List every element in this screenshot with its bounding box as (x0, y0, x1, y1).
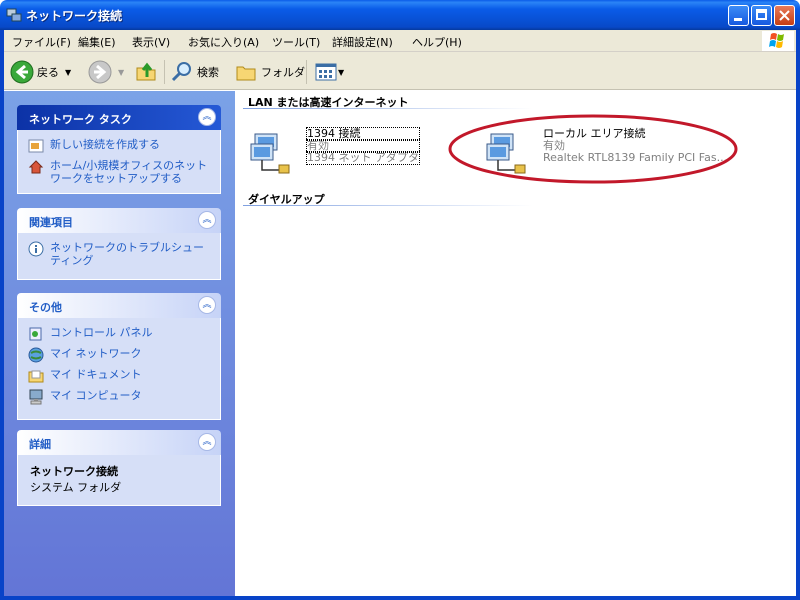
my-network-icon (28, 347, 44, 363)
my-network-link[interactable]: マイ ネットワーク (28, 347, 210, 363)
collapse-icon[interactable]: ︽ (198, 296, 216, 314)
setup-home-network-link[interactable]: ホーム/小規模オフィスのネットワークをセットアップする (28, 159, 210, 185)
control-panel-link[interactable]: コントロール パネル (28, 326, 210, 342)
search-label: 検索 (197, 66, 219, 79)
my-computer-link[interactable]: マイ コンピュータ (28, 389, 210, 405)
back-dropdown-icon[interactable]: ▼ (65, 68, 71, 77)
network-tasks-body: 新しい接続を作成する ホーム/小規模オフィスのネットワークをセットアップする (17, 130, 221, 194)
toolbar-separator (306, 60, 307, 84)
menu-favorites[interactable]: お気に入り(A) (188, 34, 259, 50)
group-divider (243, 205, 533, 206)
details-panel: 詳細 ︽ ネットワーク接続 システム フォルダ (17, 430, 221, 506)
troubleshoot-label: ネットワークのトラブルシューティング (50, 241, 204, 267)
menu-file[interactable]: ファイル(F) (12, 34, 71, 50)
file-list-area[interactable]: LAN または高速インターネット 1394 接続 有効 1394 ネット アダプ… (235, 91, 796, 596)
setup-home-network-label: ホーム/小規模オフィスのネットワークをセットアップする (50, 159, 208, 185)
window-frame-right (796, 30, 800, 600)
create-connection-label: 新しい接続を作成する (50, 138, 160, 151)
my-computer-icon (29, 389, 43, 405)
related-header[interactable]: 関連項目 ︽ (17, 208, 221, 233)
forward-dropdown-icon[interactable]: ▼ (118, 68, 124, 77)
my-documents-label: マイ ドキュメント (50, 368, 142, 381)
related-body: ネットワークのトラブルシューティング (17, 233, 221, 280)
details-body: ネットワーク接続 システム フォルダ (17, 455, 221, 506)
info-icon (28, 241, 44, 257)
my-documents-link[interactable]: マイ ドキュメント (28, 368, 210, 384)
maximize-icon (756, 9, 767, 20)
network-tasks-header[interactable]: ネットワーク タスク ︽ (17, 105, 221, 130)
network-connections-icon (6, 8, 22, 22)
views-button[interactable]: ▼ (314, 60, 344, 84)
home-network-icon (28, 160, 44, 174)
toolbar: 戻る ▼ ▼ 検索 フォルダ ▼ (4, 52, 796, 90)
menu-tools[interactable]: ツール(T) (272, 34, 320, 50)
views-icon (315, 63, 337, 81)
menu-view[interactable]: 表示(V) (132, 34, 170, 50)
back-label: 戻る (37, 66, 59, 79)
new-connection-icon (28, 139, 44, 153)
search-button[interactable]: 検索 (170, 60, 219, 84)
windows-logo-icon (762, 31, 794, 51)
other-places-title: その他 (29, 301, 62, 314)
my-computer-label: マイ コンピュータ (50, 389, 142, 402)
menu-advanced[interactable]: 詳細設定(N) (332, 34, 393, 50)
other-places-header[interactable]: その他 ︽ (17, 293, 221, 318)
back-arrow-icon (10, 60, 34, 84)
collapse-icon[interactable]: ︽ (198, 108, 216, 126)
network-tasks-panel: ネットワーク タスク ︽ 新しい接続を作成する ホーム/小規模オフィスのネットワ… (17, 105, 221, 194)
up-folder-button[interactable] (134, 60, 158, 84)
views-dropdown-icon[interactable]: ▼ (338, 68, 344, 77)
create-connection-link[interactable]: 新しい接続を作成する (28, 138, 210, 154)
search-icon (171, 62, 191, 82)
folders-button[interactable]: フォルダ (234, 60, 305, 84)
title-bar[interactable]: ネットワーク接続 (0, 0, 800, 30)
group-divider (243, 108, 533, 109)
control-panel-label: コントロール パネル (50, 326, 153, 339)
related-title: 関連項目 (29, 216, 73, 229)
connection-device: 1394 ネット アダプタ (306, 151, 420, 165)
collapse-icon[interactable]: ︽ (198, 211, 216, 229)
connection-text: 1394 接続 有効 1394 ネット アダプタ (306, 127, 420, 165)
folder-icon (236, 66, 256, 81)
network-tasks-title: ネットワーク タスク (29, 113, 132, 126)
details-header[interactable]: 詳細 ︽ (17, 430, 221, 455)
toolbar-separator (164, 60, 165, 84)
other-places-panel: その他 ︽ コントロール パネル マイ ネットワーク マイ ドキュメント マイ … (17, 293, 221, 420)
control-panel-icon (29, 327, 42, 341)
minimize-icon (734, 18, 742, 21)
other-places-body: コントロール パネル マイ ネットワーク マイ ドキュメント マイ コンピュータ (17, 318, 221, 420)
task-pane: ネットワーク タスク ︽ 新しい接続を作成する ホーム/小規模オフィスのネットワ… (4, 91, 235, 596)
folders-label: フォルダ (261, 66, 305, 79)
collapse-icon[interactable]: ︽ (198, 433, 216, 451)
up-folder-icon (136, 62, 156, 81)
menu-help[interactable]: ヘルプ(H) (412, 34, 462, 50)
my-documents-icon (28, 370, 44, 383)
close-icon (779, 10, 790, 21)
maximize-button[interactable] (751, 5, 772, 26)
highlight-ellipse (448, 114, 738, 184)
window-frame-bottom (0, 596, 800, 600)
details-name: ネットワーク接続 (30, 465, 118, 478)
related-panel: 関連項目 ︽ ネットワークのトラブルシューティング (17, 208, 221, 280)
minimize-button[interactable] (728, 5, 749, 26)
my-network-label: マイ ネットワーク (50, 347, 142, 360)
details-title: 詳細 (29, 438, 51, 451)
back-button[interactable]: 戻る ▼ (10, 60, 71, 84)
window-title: ネットワーク接続 (26, 9, 123, 23)
close-button[interactable] (774, 5, 795, 26)
menu-edit[interactable]: 編集(E) (78, 34, 116, 50)
troubleshoot-link[interactable]: ネットワークのトラブルシューティング (28, 241, 210, 267)
menu-bar: ファイル(F) 編集(E) 表示(V) お気に入り(A) ツール(T) 詳細設定… (4, 30, 796, 52)
forward-button[interactable]: ▼ (88, 60, 124, 84)
network-connection-icon (250, 133, 290, 174)
details-type: システム フォルダ (30, 481, 122, 494)
forward-arrow-icon (88, 60, 112, 84)
